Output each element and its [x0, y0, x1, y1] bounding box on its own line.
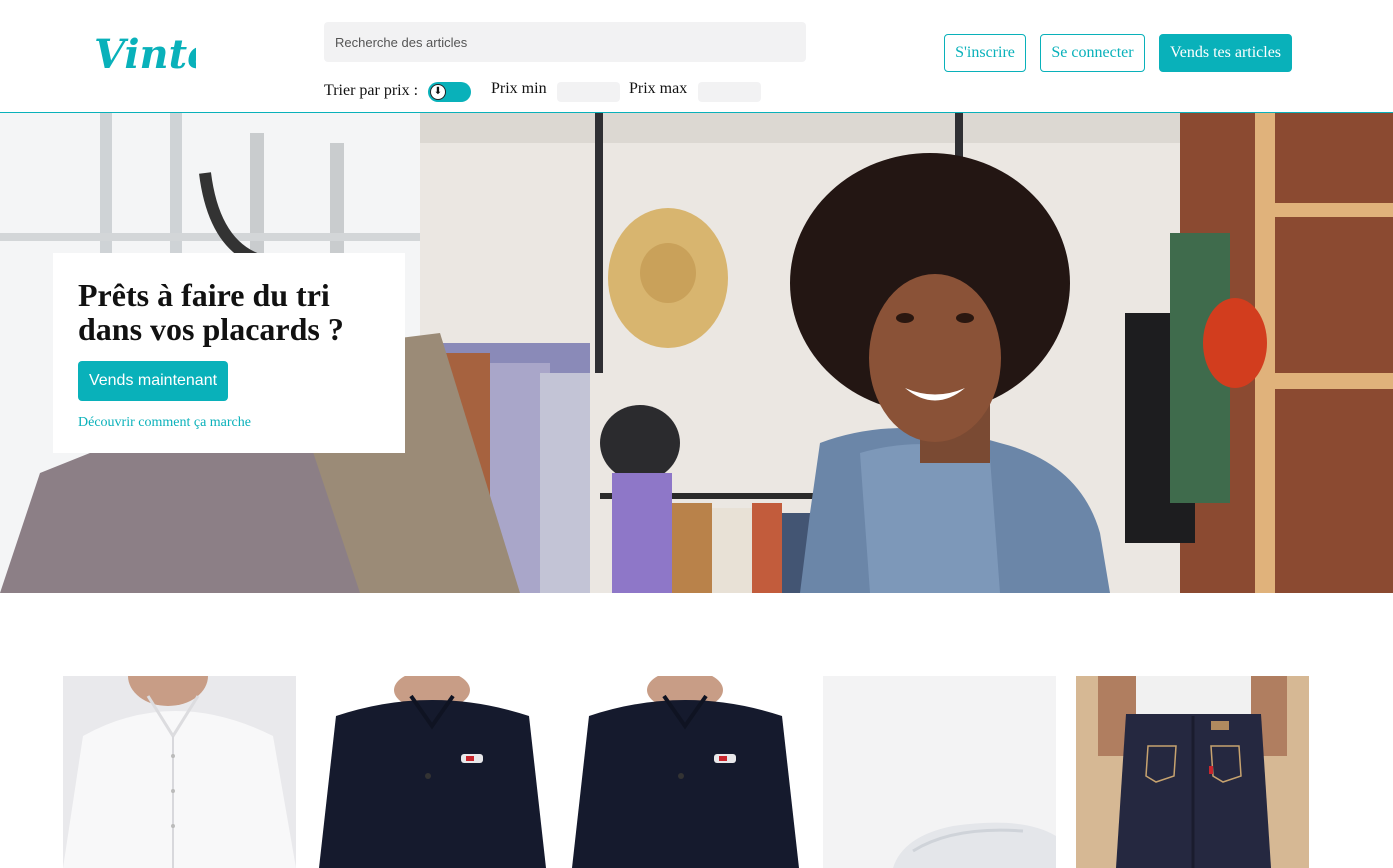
sort-by-price-toggle[interactable]: ⬇ — [428, 82, 471, 102]
arrow-down-icon: ⬇ — [430, 84, 446, 100]
price-min-label: Prix min — [491, 80, 547, 97]
product-grid — [63, 676, 1309, 868]
hero-title: Prêts à faire du tri dans vos placards ? — [78, 277, 344, 347]
product-card[interactable] — [1076, 676, 1309, 868]
dark-jeans-image — [1076, 676, 1309, 868]
white-shirt-image — [63, 676, 296, 868]
product-card[interactable] — [316, 676, 549, 868]
product-card[interactable] — [823, 676, 1056, 868]
vinted-logo[interactable]: Vinted — [92, 28, 241, 81]
svg-text:Vinted: Vinted — [94, 31, 196, 76]
price-max-input[interactable] — [698, 82, 761, 102]
sell-now-button[interactable]: Vends maintenant — [78, 361, 228, 401]
sell-items-button[interactable]: Vends tes articles — [1159, 34, 1292, 72]
hero-card: Prêts à faire du tri dans vos placards ?… — [53, 253, 405, 453]
login-button[interactable]: Se connecter — [1040, 34, 1145, 72]
product-card[interactable] — [63, 676, 296, 868]
white-sneaker-image — [823, 676, 1056, 868]
header: Vinted Trier par prix : ⬇ Prix min Prix … — [0, 0, 1393, 113]
hero-banner: Prêts à faire du tri dans vos placards ?… — [0, 113, 1393, 593]
sort-by-price-label: Trier par prix : — [324, 82, 419, 99]
navy-polo-image — [316, 676, 549, 868]
search-input[interactable] — [324, 22, 806, 62]
price-min-input[interactable] — [557, 82, 620, 102]
how-it-works-link[interactable]: Découvrir comment ça marche — [78, 415, 251, 431]
signup-button[interactable]: S'inscrire — [944, 34, 1026, 72]
product-card[interactable] — [569, 676, 802, 868]
navy-polo-image — [569, 676, 802, 868]
price-max-label: Prix max — [629, 80, 688, 97]
